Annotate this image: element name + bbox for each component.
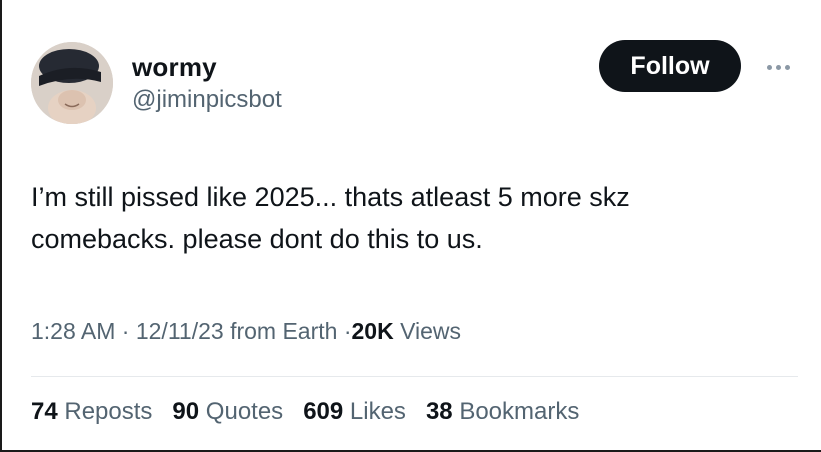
engagement-stats: 74 Reposts 90 Quotes 609 Likes 38 Bookma… — [31, 398, 579, 426]
bookmarks-stat[interactable]: 38 Bookmarks — [426, 398, 579, 426]
quotes-label: Quotes — [205, 398, 284, 425]
more-dot — [766, 64, 772, 70]
avatar[interactable] — [31, 42, 113, 124]
tweet-source: from Earth — [230, 318, 338, 344]
views-label: Views — [400, 318, 462, 344]
reposts-stat[interactable]: 74 Reposts — [31, 398, 152, 426]
tweet-text: I’m still pissed like 2025... thats atle… — [31, 176, 791, 260]
tweet-time[interactable]: 1:28 AM — [31, 318, 115, 344]
bookmarks-count: 38 — [425, 398, 453, 425]
divider — [31, 376, 798, 377]
more-dot — [775, 64, 781, 70]
tweet-meta: 1:28 AM · 12/11/23 from Earth ·20K Views — [31, 318, 461, 345]
likes-label: Likes — [349, 398, 406, 425]
meta-separator: · — [121, 318, 130, 344]
bookmarks-label: Bookmarks — [459, 398, 580, 425]
quotes-count: 90 — [172, 398, 200, 425]
tweet-card: wormy @jiminpicsbot Follow I’m still pis… — [0, 0, 821, 452]
display-name[interactable]: wormy — [132, 52, 217, 83]
tweet-date[interactable]: 12/11/23 — [136, 318, 224, 344]
user-handle[interactable]: @jiminpicsbot — [132, 86, 282, 114]
likes-stat[interactable]: 609 Likes — [303, 398, 406, 426]
follow-button[interactable]: Follow — [599, 40, 741, 92]
quotes-stat[interactable]: 90 Quotes — [172, 398, 283, 426]
tweet-text-line: comebacks. please dont do this to us. — [31, 224, 483, 254]
reposts-label: Reposts — [64, 398, 153, 425]
meta-separator: · — [343, 318, 352, 344]
avatar-image — [31, 42, 113, 124]
reposts-count: 74 — [31, 398, 58, 425]
more-dot — [784, 64, 790, 70]
more-icon[interactable] — [758, 55, 798, 79]
views-count: 20K — [351, 318, 394, 344]
likes-count: 609 — [303, 398, 344, 425]
tweet-text-line: I’m still pissed like 2025... thats atle… — [31, 182, 630, 212]
